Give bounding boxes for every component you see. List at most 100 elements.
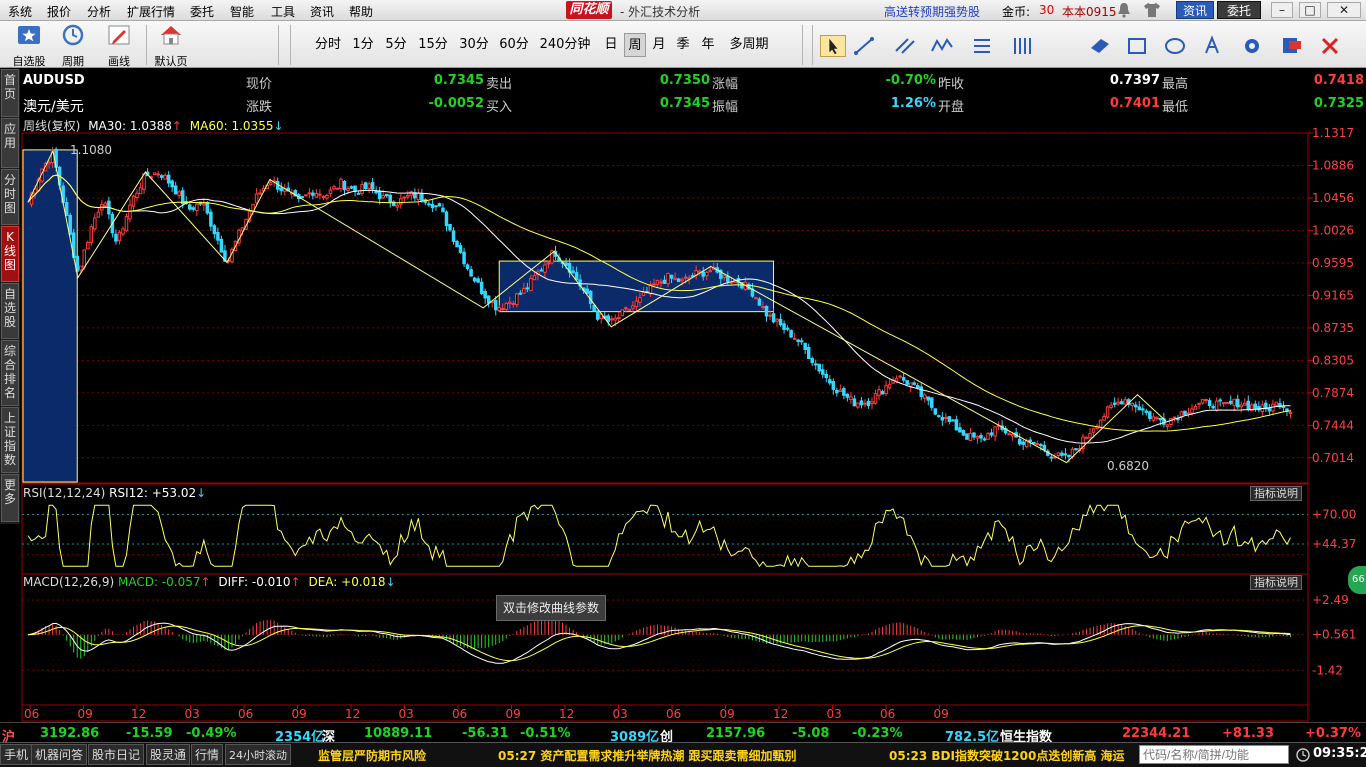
candle-body [458, 245, 463, 253]
kline-chart[interactable]: 1.1317 1.0886 1.0456 1.0026 0.9595 0.9165 0.87… [0, 0, 1366, 722]
candle-body [901, 377, 906, 381]
candle-body [388, 194, 392, 203]
time-tick-label: 12 [345, 707, 360, 721]
candle-body [704, 271, 709, 277]
arrow-up-icon: ↑ [200, 575, 211, 589]
candle-body [954, 419, 959, 431]
time-tick-label: 06 [880, 707, 895, 721]
price-tick-label: 0.9165 [1312, 288, 1354, 302]
candle-body [427, 203, 431, 206]
mobile-button[interactable]: 手机 [0, 744, 33, 765]
rsi-tick-label: +44.37 [1312, 537, 1356, 551]
candle-body [318, 193, 322, 196]
candle-body [1102, 415, 1106, 421]
candle-body [1204, 399, 1208, 402]
candle-body [268, 182, 273, 186]
candle-body [659, 281, 663, 284]
candle-body [543, 264, 547, 273]
candle-body [363, 182, 368, 190]
float-badge[interactable]: 66 [1348, 566, 1366, 594]
candle-body [1211, 405, 1215, 409]
candle-body [761, 306, 765, 309]
candle-body [1193, 405, 1198, 410]
candle-body [469, 269, 473, 277]
candle-body [986, 433, 990, 440]
candle-body [78, 265, 83, 271]
candle-body [972, 432, 976, 438]
candle-body [789, 329, 793, 338]
rolling-news-button[interactable]: 24小时滚动 [225, 744, 291, 765]
candle-body [1155, 416, 1159, 420]
candle-body [817, 363, 822, 372]
candle-body [121, 228, 125, 235]
time-axis-frame [21, 704, 1309, 722]
index-bar: 沪 3192.86 -15.59 -0.49% 2354亿 深 10889.11… [0, 722, 1366, 745]
candle-body [1007, 433, 1011, 436]
candle-body [515, 293, 519, 306]
rsi-tick-label: +70.00 [1312, 508, 1356, 522]
rsi-help-button[interactable]: 指标说明 [1250, 486, 1302, 501]
candle-body [754, 297, 758, 300]
candle-body [866, 400, 871, 407]
clock: 09:35:25 [1313, 746, 1366, 761]
candle-body [944, 416, 948, 419]
candle-body [652, 283, 656, 286]
candle-body [216, 232, 220, 241]
candle-body [486, 295, 491, 304]
time-tick-label: 12 [773, 707, 788, 721]
candle-body [1243, 402, 1247, 406]
candle-body [764, 305, 769, 317]
candle-body [311, 192, 315, 196]
candle-body [300, 196, 305, 199]
news-ticker[interactable]: 05:23 BDI指数突破1200点迭创新高 海运 [889, 747, 1125, 764]
candle-body [610, 318, 614, 321]
candle-body [476, 278, 480, 283]
macd-help-button[interactable]: 指标说明 [1250, 575, 1302, 590]
candle-body [191, 207, 196, 210]
candle-body [1098, 419, 1103, 428]
candle-body [1032, 441, 1036, 445]
time-tick-label: 03 [613, 707, 628, 721]
candle-body [662, 279, 667, 284]
robot-qa-button[interactable]: 机器问答 [31, 744, 88, 765]
price-tick-label: 0.7014 [1312, 451, 1354, 465]
low-mark-label: 0.6820 [1107, 459, 1149, 473]
candle-body [504, 302, 509, 310]
candle-body [799, 340, 804, 343]
candle-body [258, 192, 262, 195]
candle-body [1123, 399, 1127, 405]
candle-body [1067, 454, 1071, 458]
candle-body [898, 375, 902, 378]
candle-body [1267, 408, 1272, 412]
candle-body [377, 190, 382, 200]
candle-body [620, 309, 625, 317]
candle-body [279, 187, 283, 192]
candle-body [1133, 404, 1138, 408]
news-ticker[interactable]: 监管层严防期市风险 [318, 747, 426, 764]
rsi-pane-info: RSI(12,12,24) RSI12: +53.02↓ [23, 486, 206, 500]
sh-pct: -0.49% [186, 726, 237, 741]
candle-body [353, 185, 357, 192]
candle-body [1105, 406, 1110, 418]
candle-body [870, 401, 874, 405]
quote-button[interactable]: 行情 [191, 744, 224, 765]
candle-body [522, 287, 526, 294]
candle-body [940, 417, 945, 421]
candle-body [838, 389, 843, 393]
search-input[interactable] [1139, 745, 1289, 764]
candle-body [202, 203, 206, 206]
candle-body [166, 174, 171, 184]
candle-body [546, 262, 551, 265]
candle-body [965, 433, 969, 440]
time-tick-label: 09 [506, 707, 521, 721]
candle-body [782, 323, 786, 330]
candle-body [1017, 438, 1022, 445]
stock-diary-button[interactable]: 股市日记 [88, 744, 145, 765]
candle-body [863, 402, 867, 405]
candle-body [979, 434, 983, 439]
arrow-down-icon: ↓ [385, 575, 396, 589]
stock-wisdom-button[interactable]: 股灵通 [146, 744, 191, 765]
news-ticker[interactable]: 05:27 资产配置需求推升举牌热潮 跟买跟卖需细加甄别 [498, 747, 797, 764]
candle-body [828, 379, 832, 384]
candle-body [845, 393, 850, 398]
